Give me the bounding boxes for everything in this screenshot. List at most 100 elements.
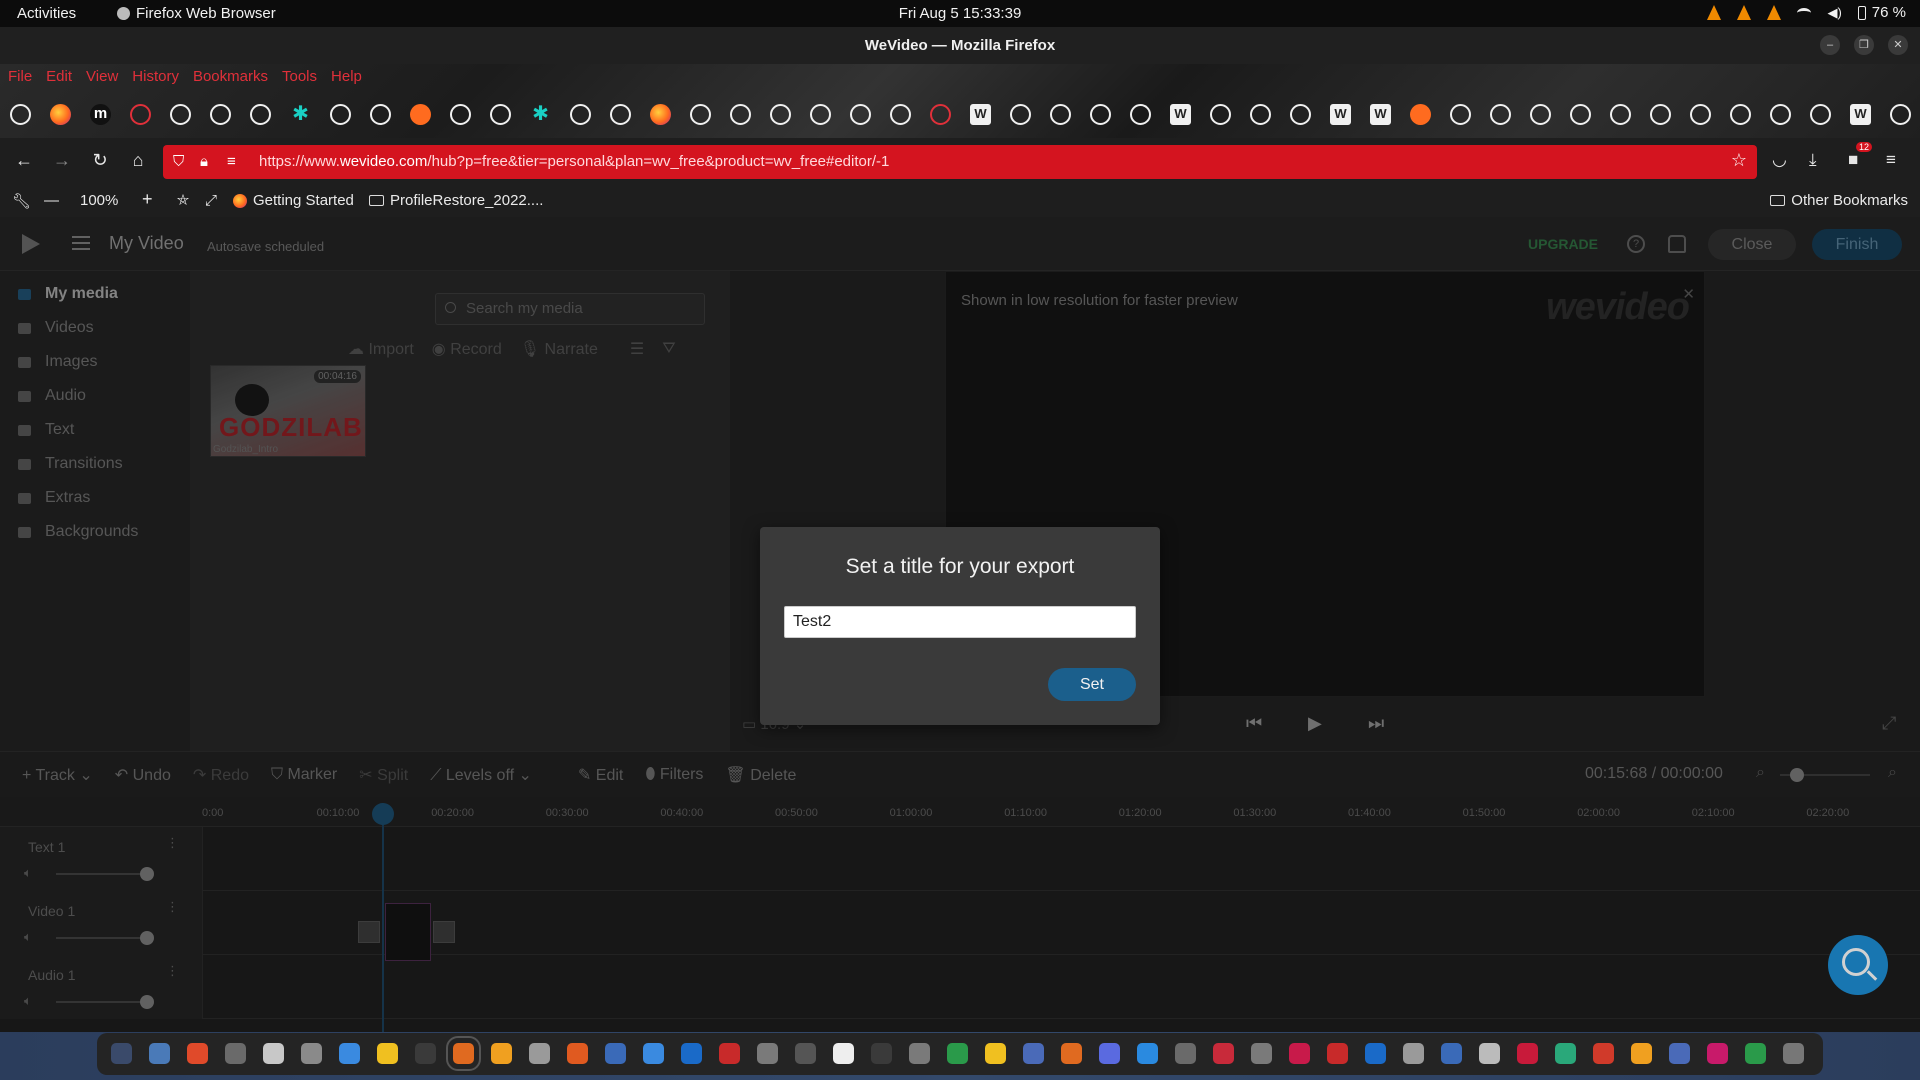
m-icon[interactable]: m xyxy=(90,104,111,125)
github-icon[interactable] xyxy=(770,104,791,125)
dock-app-icon[interactable] xyxy=(111,1043,132,1064)
dock-app-icon[interactable] xyxy=(225,1043,246,1064)
dock-app-icon[interactable] xyxy=(1783,1043,1804,1064)
zoom-out-button[interactable]: — xyxy=(44,192,59,209)
github-icon[interactable] xyxy=(1690,104,1711,125)
firefox-icon[interactable] xyxy=(50,104,71,125)
dock-app-icon[interactable] xyxy=(605,1043,626,1064)
github-icon[interactable] xyxy=(1610,104,1631,125)
dock-app-icon[interactable] xyxy=(719,1043,740,1064)
dock-app-icon[interactable] xyxy=(1631,1043,1652,1064)
github-icon[interactable] xyxy=(890,104,911,125)
close-window-button[interactable]: ✕ xyxy=(1888,35,1908,55)
back-icon[interactable]: ← xyxy=(12,150,36,171)
dock-app-icon[interactable] xyxy=(1327,1043,1348,1064)
vlc-icon[interactable] xyxy=(1707,5,1722,20)
github-icon[interactable] xyxy=(570,104,591,125)
home-icon[interactable]: ⌂ xyxy=(126,150,150,171)
firefox-icon[interactable] xyxy=(650,104,671,125)
github-icon[interactable] xyxy=(810,104,831,125)
dock-app-icon[interactable] xyxy=(1441,1043,1462,1064)
github-icon[interactable] xyxy=(450,104,471,125)
lock-icon[interactable]: 🔒︎ xyxy=(200,153,208,170)
dock-app-icon[interactable] xyxy=(1707,1043,1728,1064)
menu-history[interactable]: History xyxy=(132,68,179,85)
shield-icon[interactable]: ⛉ xyxy=(173,153,184,170)
bookmark-star-icon[interactable]: ☆ xyxy=(1731,150,1747,171)
github-icon[interactable] xyxy=(1130,104,1151,125)
save-page-icon[interactable]: ⛤ xyxy=(177,192,189,209)
zoom-level[interactable]: 100% xyxy=(80,192,118,209)
github-icon[interactable] xyxy=(1450,104,1471,125)
menu-bookmarks[interactable]: Bookmarks xyxy=(193,68,268,85)
dock-app-icon[interactable] xyxy=(1137,1043,1158,1064)
star-icon[interactable]: ✱ xyxy=(530,104,551,125)
dock-app-icon[interactable] xyxy=(1745,1043,1766,1064)
menu-tools[interactable]: Tools xyxy=(282,68,317,85)
dock-app-icon[interactable] xyxy=(415,1043,436,1064)
dock-app-icon[interactable] xyxy=(446,1036,481,1071)
github-icon[interactable] xyxy=(1810,104,1831,125)
w-icon[interactable]: W xyxy=(1370,104,1391,125)
github-icon[interactable] xyxy=(1530,104,1551,125)
dock-app-icon[interactable] xyxy=(301,1043,322,1064)
dock-app-icon[interactable] xyxy=(1555,1043,1576,1064)
dock-app-icon[interactable] xyxy=(757,1043,778,1064)
dock-app-icon[interactable] xyxy=(149,1043,170,1064)
wrench-icon[interactable]: 🔧︎ xyxy=(12,192,31,210)
github-icon[interactable] xyxy=(690,104,711,125)
menu-view[interactable]: View xyxy=(86,68,118,85)
clock[interactable]: Fri Aug 5 15:33:39 xyxy=(0,5,1920,22)
github-icon[interactable] xyxy=(170,104,191,125)
url-bar[interactable]: ⛉ 🔒︎ ≡ https://www.wevideo.com/hub?p=fre… xyxy=(163,145,1757,179)
downloads-icon[interactable]: ⤓ xyxy=(1809,150,1817,170)
dock-app-icon[interactable] xyxy=(833,1043,854,1064)
dock-app-icon[interactable] xyxy=(377,1043,398,1064)
dock-app-icon[interactable] xyxy=(985,1043,1006,1064)
github-icon[interactable] xyxy=(250,104,271,125)
github-icon[interactable] xyxy=(850,104,871,125)
cog-icon[interactable] xyxy=(130,104,151,125)
dock-app-icon[interactable] xyxy=(1365,1043,1386,1064)
dock-app-icon[interactable] xyxy=(1213,1043,1234,1064)
other-bookmarks[interactable]: Other Bookmarks xyxy=(1770,192,1908,209)
github-icon[interactable] xyxy=(1250,104,1271,125)
github-icon[interactable] xyxy=(1290,104,1311,125)
github-icon[interactable] xyxy=(730,104,751,125)
minimize-button[interactable]: – xyxy=(1820,35,1840,55)
vlc-icon[interactable] xyxy=(1737,5,1752,20)
dock-app-icon[interactable] xyxy=(491,1043,512,1064)
dock-app-icon[interactable] xyxy=(1023,1043,1044,1064)
forward-icon[interactable]: → xyxy=(50,150,74,171)
dock-app-icon[interactable] xyxy=(643,1043,664,1064)
dock-app-icon[interactable] xyxy=(1517,1043,1538,1064)
github-icon[interactable] xyxy=(1050,104,1071,125)
dock-app-icon[interactable] xyxy=(681,1043,702,1064)
dock-app-icon[interactable] xyxy=(1669,1043,1690,1064)
url-text[interactable]: https://www.wevideo.com/hub?p=free&tier=… xyxy=(259,153,889,170)
github-icon[interactable] xyxy=(1010,104,1031,125)
github-icon[interactable] xyxy=(1570,104,1591,125)
github-icon[interactable] xyxy=(1650,104,1671,125)
dock-app-icon[interactable] xyxy=(1099,1043,1120,1064)
github-icon[interactable] xyxy=(10,104,31,125)
dock-app-icon[interactable] xyxy=(947,1043,968,1064)
menu-help[interactable]: Help xyxy=(331,68,362,85)
dock-app-icon[interactable] xyxy=(1251,1043,1272,1064)
w-icon[interactable]: W xyxy=(970,104,991,125)
github-icon[interactable] xyxy=(1890,104,1911,125)
dock-app-icon[interactable] xyxy=(1593,1043,1614,1064)
w-icon[interactable]: W xyxy=(1850,104,1871,125)
fullscreen-icon[interactable]: ⤢ xyxy=(205,192,217,209)
reload-icon[interactable]: ↻ xyxy=(88,150,112,171)
vlc-icon[interactable] xyxy=(1767,5,1782,20)
github-icon[interactable] xyxy=(490,104,511,125)
export-title-input[interactable] xyxy=(784,606,1136,638)
orange-icon[interactable] xyxy=(1410,104,1431,125)
globe-icon[interactable] xyxy=(930,104,951,125)
github-icon[interactable] xyxy=(610,104,631,125)
dock-app-icon[interactable] xyxy=(1175,1043,1196,1064)
github-icon[interactable] xyxy=(1730,104,1751,125)
maximize-button[interactable]: ❐ xyxy=(1854,35,1874,55)
github-icon[interactable] xyxy=(1210,104,1231,125)
